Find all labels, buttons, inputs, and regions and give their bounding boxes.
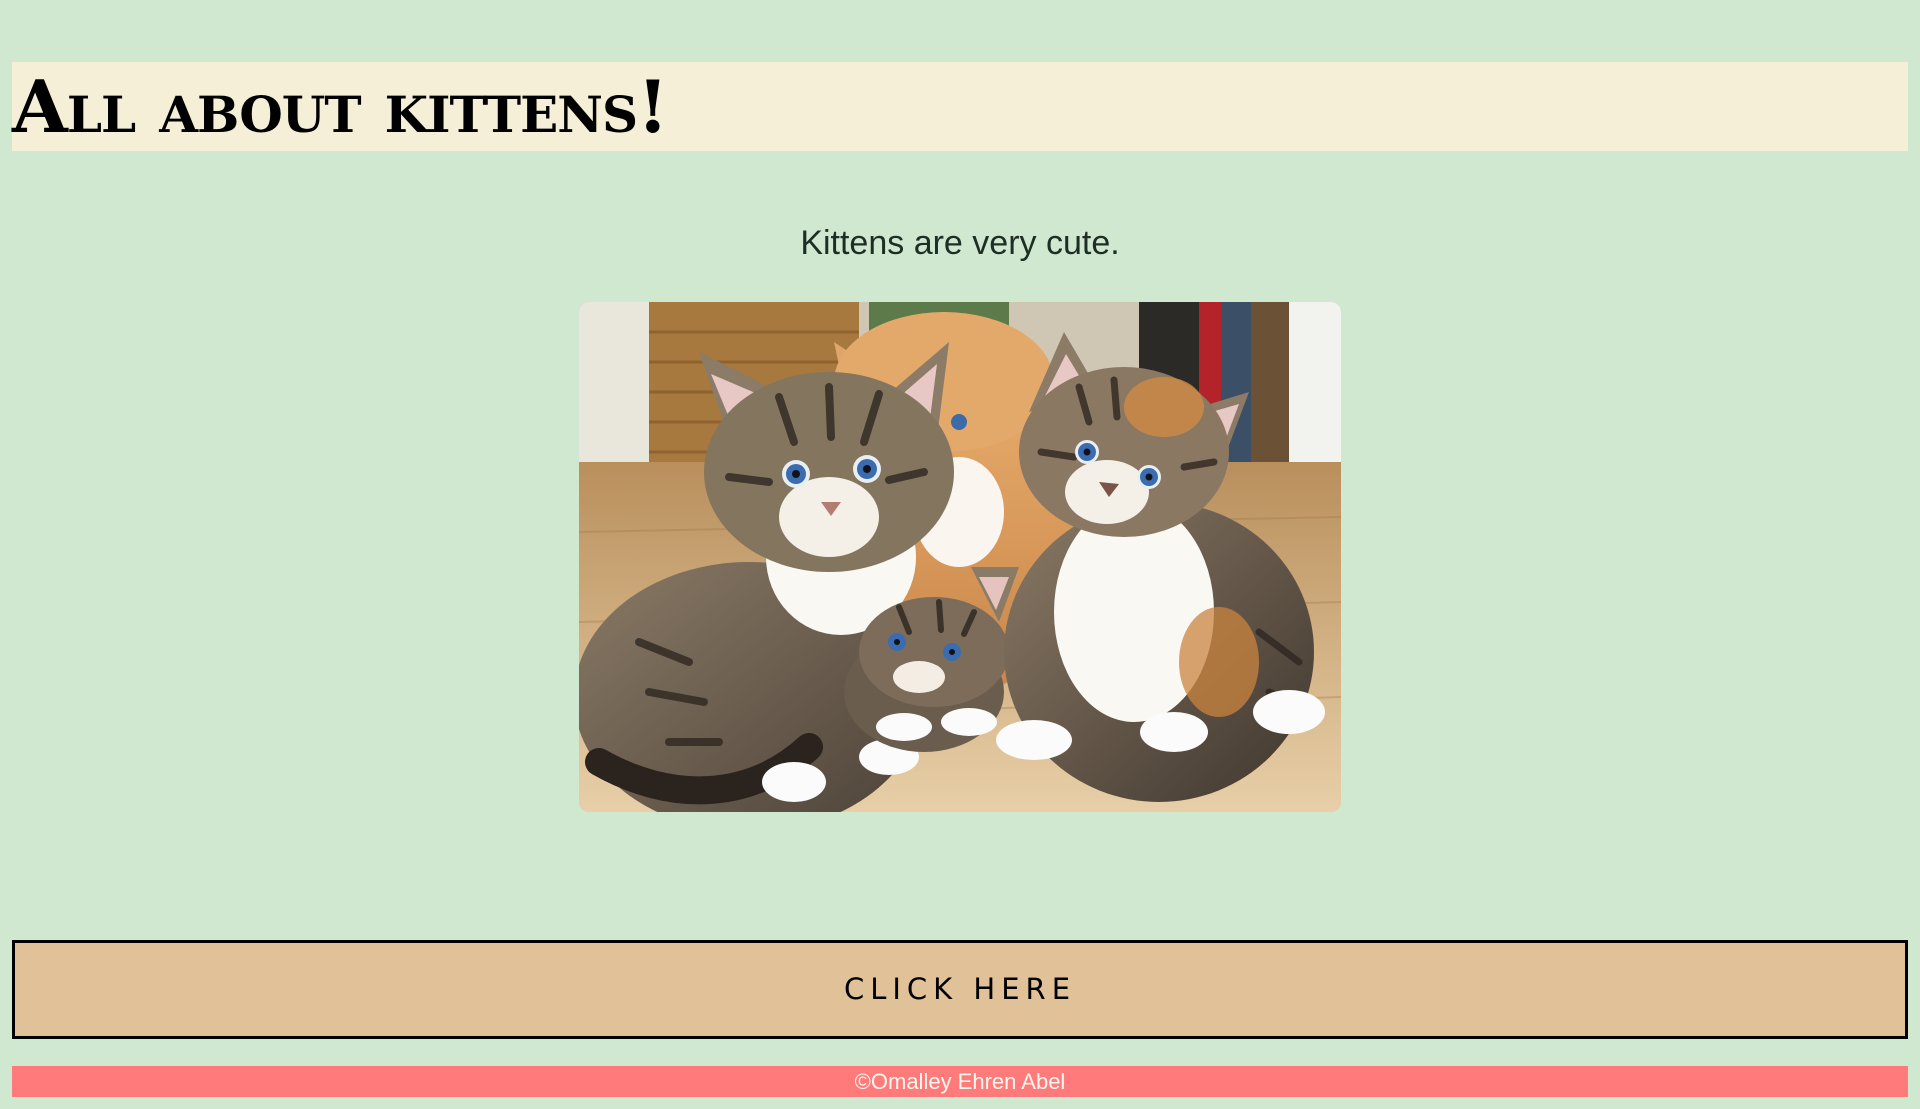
click-here-button[interactable]: CLICK HERE bbox=[12, 940, 1908, 1039]
page-title: All about kittens! bbox=[12, 64, 669, 149]
page-header: All about kittens! bbox=[12, 62, 1908, 151]
page-footer: ©Omalley Ehren Abel bbox=[12, 1066, 1908, 1097]
intro-tagline: Kittens are very cute. bbox=[800, 224, 1120, 262]
copyright-text: ©Omalley Ehren Abel bbox=[854, 1069, 1066, 1094]
kittens-photo bbox=[579, 302, 1341, 812]
